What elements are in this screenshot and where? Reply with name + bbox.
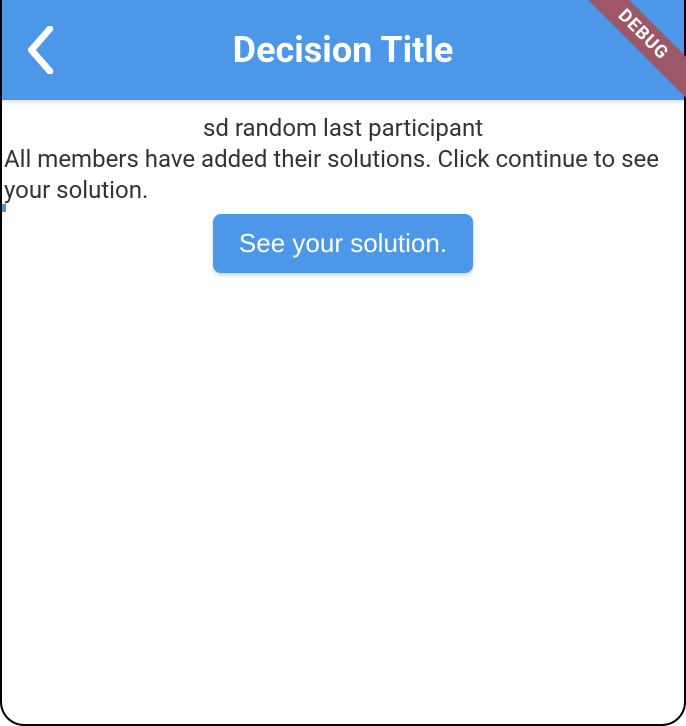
app-bar: Decision Title DEBUG [2,0,684,100]
edge-indicator [2,204,6,212]
chevron-left-icon [26,26,58,74]
main-content: sd random last participant All members h… [2,100,684,273]
participant-text: sd random last participant [2,114,684,142]
back-button[interactable] [26,26,58,74]
page-title: Decision Title [233,29,454,71]
see-solution-button[interactable]: See your solution. [213,214,473,273]
debug-banner: DEBUG [568,0,686,109]
instruction-text: All members have added their solutions. … [2,144,684,206]
